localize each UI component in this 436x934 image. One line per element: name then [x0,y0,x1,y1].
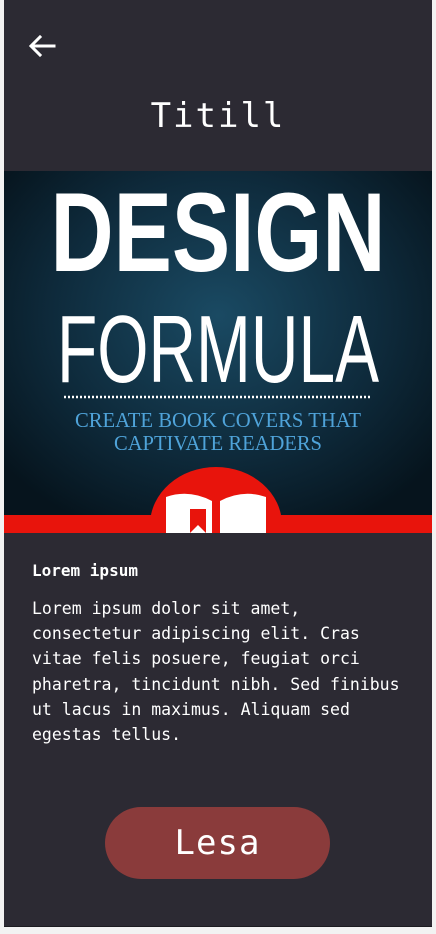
cover-subtitle-line1: CREATE BOOK COVERS THAT [75,408,361,432]
cover-title-line1: DESIGN [51,171,386,295]
cover-subtitle-line2: CAPTIVATE READERS [114,431,322,455]
description-body: Lorem ipsum dolor sit amet, consectetur … [32,599,400,745]
cover-title-line2: FORMULA [57,296,379,403]
description-heading: Lorem ipsum [32,561,138,580]
back-button[interactable] [22,28,62,64]
page-title: Titill [150,96,286,136]
screen: Titill DESIGN FORMULA CREATE BOOK COVERS… [4,0,432,927]
read-button[interactable]: Lesa [105,807,330,879]
arrow-left-icon [28,35,56,57]
book-cover-image: DESIGN FORMULA CREATE BOOK COVERS THAT C… [4,171,432,533]
